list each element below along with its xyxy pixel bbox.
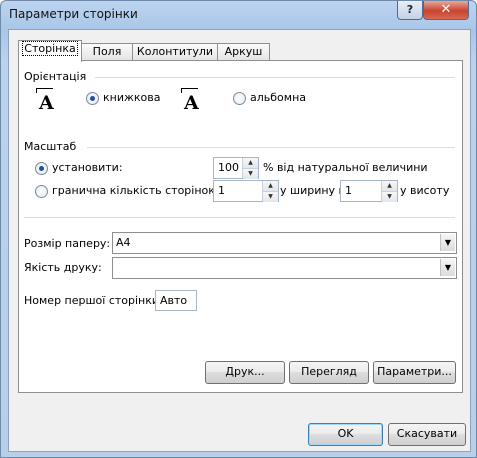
fit-tall-value: 1 xyxy=(345,184,352,197)
fit-tall-suffix: у висоту xyxy=(400,184,450,197)
tab-margins[interactable]: Поля xyxy=(81,43,133,61)
adjust-to-label[interactable]: установити: xyxy=(52,161,123,174)
scale-group-title: Масштаб xyxy=(24,140,77,153)
close-button[interactable]: ✕ xyxy=(423,1,469,20)
spin-up-icon[interactable]: ▲ xyxy=(243,158,258,168)
landscape-label[interactable]: альбомна xyxy=(250,91,306,104)
spin-up-icon[interactable]: ▲ xyxy=(382,181,397,191)
dialog-client-area: Сторінка Поля Колонтитули Аркуш Орієнтац… xyxy=(8,29,471,452)
fit-to-radio[interactable] xyxy=(35,185,48,198)
print-quality-label: Якість друку: xyxy=(24,261,102,274)
portrait-label[interactable]: книжкова xyxy=(103,91,161,104)
paper-size-value: A4 xyxy=(116,236,131,249)
print-preview-button[interactable]: Перегляд xyxy=(289,361,369,384)
spin-up-icon[interactable]: ▲ xyxy=(263,181,278,191)
adjust-percent-suffix: % від натуральної величини xyxy=(263,161,428,174)
paper-size-select[interactable]: A4 ▼ xyxy=(112,232,457,254)
cancel-button[interactable]: Скасувати xyxy=(388,423,466,446)
dropdown-arrow-icon[interactable]: ▼ xyxy=(440,234,455,251)
first-page-number-input[interactable]: Авто xyxy=(155,290,197,311)
adjust-percent-value: 100 xyxy=(218,161,239,174)
fit-wide-value: 1 xyxy=(218,184,225,197)
paper-divider xyxy=(24,217,455,218)
tab-panel-page: Орієнтація A книжкова A альбомна Масштаб… xyxy=(18,60,463,393)
landscape-radio[interactable] xyxy=(233,92,246,105)
spin-down-icon[interactable]: ▼ xyxy=(243,168,258,179)
dropdown-arrow-icon[interactable]: ▼ xyxy=(440,259,455,276)
fit-wide-spinner[interactable]: 1 ▲ ▼ xyxy=(213,180,279,202)
tab-page[interactable]: Сторінка xyxy=(18,40,82,62)
tab-sheet[interactable]: Аркуш xyxy=(217,43,270,61)
ok-button[interactable]: OK xyxy=(308,423,383,446)
print-button[interactable]: Друк... xyxy=(205,361,285,384)
fit-wide-suffix: у ширину й xyxy=(280,184,346,197)
tab-header-footer[interactable]: Колонтитули xyxy=(132,43,218,61)
adjust-to-radio[interactable] xyxy=(35,162,48,175)
dialog-title: Параметри сторінки xyxy=(9,7,138,21)
portrait-radio[interactable] xyxy=(86,92,99,105)
spin-down-icon[interactable]: ▼ xyxy=(263,191,278,202)
fit-to-label[interactable]: гранична кількість сторінок: xyxy=(52,184,219,197)
spin-down-icon[interactable]: ▼ xyxy=(382,191,397,202)
scale-divider xyxy=(87,147,455,148)
help-button[interactable]: ? xyxy=(397,1,423,20)
orientation-divider xyxy=(95,77,455,78)
landscape-page-icon: A xyxy=(181,88,204,114)
options-button[interactable]: Параметри... xyxy=(373,361,456,384)
portrait-page-icon: A xyxy=(36,88,59,114)
orientation-group-title: Орієнтація xyxy=(24,70,87,83)
first-page-number-label: Номер першої сторінки: xyxy=(24,294,163,307)
fit-tall-spinner[interactable]: 1 ▲ ▼ xyxy=(340,180,398,202)
print-quality-select[interactable]: ▼ xyxy=(112,257,457,279)
adjust-percent-spinner[interactable]: 100 ▲ ▼ xyxy=(213,157,259,179)
paper-size-label: Розмір паперу: xyxy=(24,237,111,250)
dialog-window: Параметри сторінки ? ✕ Сторінка Поля Кол… xyxy=(0,0,477,458)
